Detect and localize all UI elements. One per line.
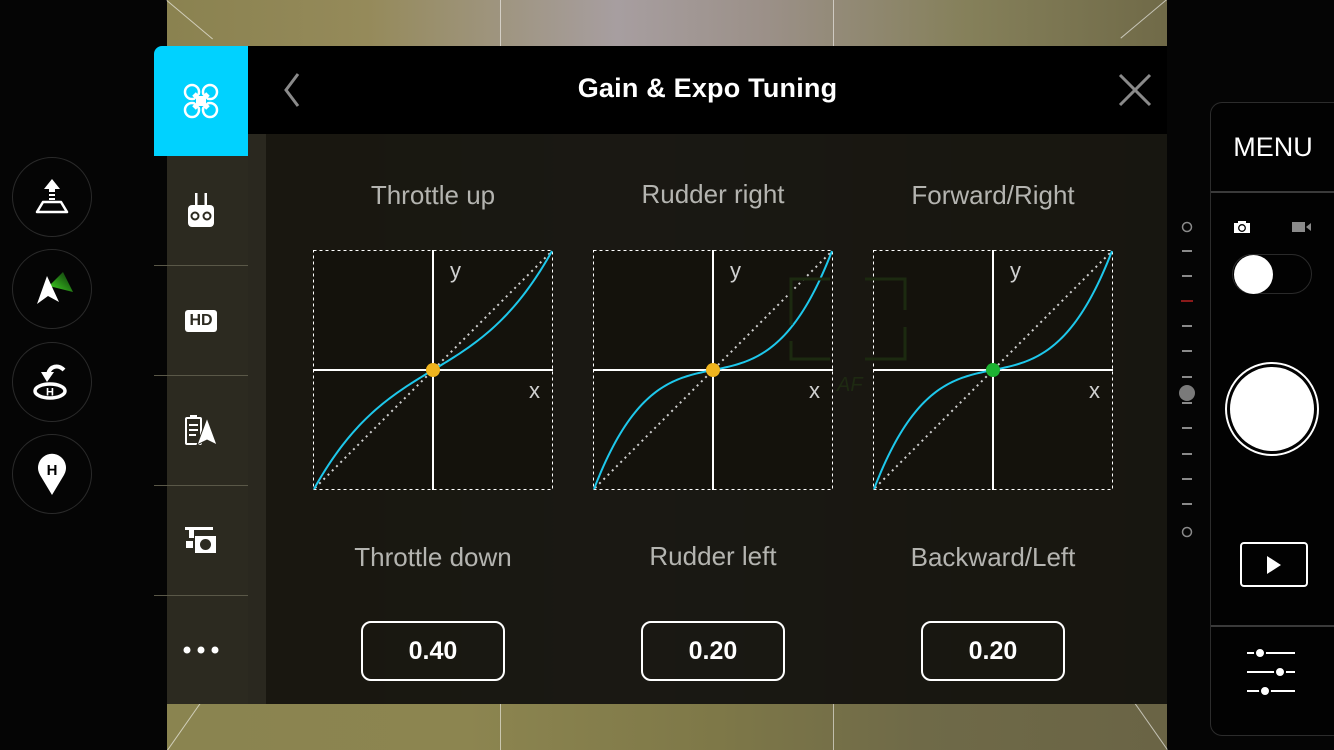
play-icon (1267, 555, 1281, 574)
home-point-pin-icon: H (38, 453, 66, 495)
curve-top-label: Forward/Right (911, 180, 1075, 210)
camera-control-panel: MENU (1210, 102, 1334, 736)
close-icon (1118, 73, 1152, 107)
grid-line (833, 0, 834, 46)
slider-tick (1182, 250, 1192, 252)
app-root: H H HD Gain & Expo Tuning Throttle up Ru… (0, 0, 1334, 750)
shutter-inner (1230, 367, 1314, 451)
y-axis-label: y (450, 258, 461, 283)
af-focus-frame: AF (789, 277, 907, 395)
panel-header: Gain & Expo Tuning (248, 46, 1167, 134)
slider-tick-zero (1181, 300, 1193, 302)
playback-button[interactable] (1240, 542, 1308, 587)
expo-value-input[interactable]: 0.20 (641, 621, 785, 681)
sidebar-item-gimbal[interactable] (154, 486, 248, 596)
home-point-button[interactable]: H (12, 434, 92, 514)
grid-line (500, 0, 501, 46)
remote-controller-icon (188, 193, 214, 227)
slider-tick (1182, 453, 1192, 455)
expo-value-input[interactable]: 0.40 (361, 621, 505, 681)
slider-thumb[interactable] (1179, 385, 1195, 401)
grid-line (500, 704, 501, 750)
navigation-arrow-icon (37, 272, 73, 304)
compass-button[interactable] (12, 249, 92, 329)
battery-nav-icon (185, 415, 218, 447)
slider-tick (1182, 350, 1192, 352)
more-dots-icon (183, 646, 219, 654)
curve-bottom-label: Throttle down (354, 542, 512, 572)
slider-tick (1182, 478, 1192, 480)
exposure-slider[interactable] (1175, 218, 1199, 538)
x-axis-label: x (1089, 378, 1100, 403)
panel-divider (1211, 191, 1334, 193)
curve-top-label: Rudder right (641, 179, 785, 209)
x-axis-label: x (529, 378, 540, 403)
expo-value-input[interactable]: 0.20 (921, 621, 1065, 681)
slider-end-icon (1181, 526, 1193, 538)
sidebar-item-video-transmission[interactable]: HD (154, 266, 248, 376)
center-point-dot (426, 363, 440, 377)
sidebar-item-remote-controller[interactable] (154, 156, 248, 266)
center-point-dot (706, 363, 720, 377)
photo-video-toggle[interactable] (1232, 254, 1312, 294)
return-home-button[interactable]: H (12, 342, 92, 422)
slider-tick (1182, 275, 1192, 277)
svg-text:H: H (47, 462, 58, 479)
slider-tick (1182, 402, 1192, 404)
slider-end-icon (1181, 221, 1193, 233)
hd-icon: HD (185, 310, 217, 332)
gimbal-camera-icon (185, 527, 216, 553)
sidebar-item-battery[interactable] (154, 376, 248, 486)
curve-bottom-label: Backward/Left (910, 542, 1076, 572)
expo-curve-chart: yx (313, 250, 553, 490)
slider-tick (1182, 427, 1192, 429)
panel-divider (1211, 625, 1334, 627)
camera-feed-bottom (167, 704, 1167, 750)
curve-top-label: Throttle up (370, 180, 496, 210)
sliders-icon[interactable] (1245, 647, 1297, 695)
af-label: AF (836, 374, 864, 395)
curve-bottom-label: Rudder left (649, 541, 777, 571)
drone-icon (183, 83, 219, 119)
slider-tick (1182, 325, 1192, 327)
takeoff-icon (35, 179, 69, 214)
sidebar-item-aircraft[interactable] (154, 46, 248, 156)
takeoff-button[interactable] (12, 157, 92, 237)
content-edge (248, 134, 266, 704)
slider-tick (1182, 503, 1192, 505)
return-home-icon: H (33, 364, 67, 400)
sidebar-item-more[interactable] (154, 596, 248, 704)
page-title: Gain & Expo Tuning (577, 73, 838, 103)
close-button[interactable] (1117, 72, 1153, 108)
toggle-knob (1234, 255, 1273, 294)
video-icon[interactable] (1292, 221, 1312, 233)
svg-text:H: H (46, 387, 54, 399)
y-axis-label: y (730, 258, 741, 283)
shutter-button[interactable] (1225, 362, 1319, 456)
y-axis-label: y (1010, 258, 1021, 283)
center-point-dot (986, 363, 1000, 377)
grid-line (833, 704, 834, 750)
sidebar: HD (154, 46, 248, 704)
camera-icon[interactable] (1234, 221, 1250, 233)
slider-tick (1182, 376, 1192, 378)
menu-button[interactable]: MENU (1211, 103, 1334, 191)
